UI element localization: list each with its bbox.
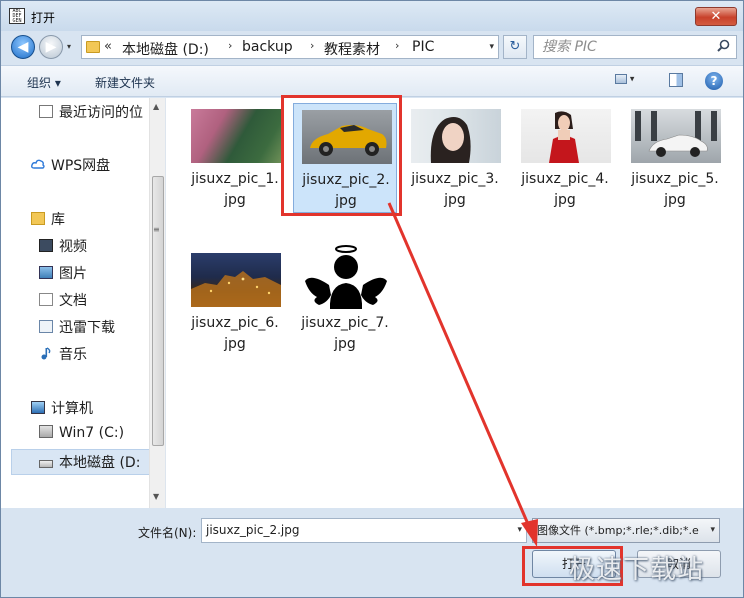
file-item-jisuxz-pic-3[interactable]: jisuxz_pic_3. jpg [403,103,507,213]
file-item-jisuxz-pic-4[interactable]: jisuxz_pic_4. jpg [513,103,617,213]
folder-icon [86,41,100,53]
pictures-icon [39,266,53,279]
breadcrumb-tutorial-material[interactable]: 教程素材 [324,39,380,59]
file-list: jisuxz_pic_1. jpg jisuxz_pic_2. jpg jisuxz… [167,98,743,508]
cloud-icon [31,158,45,171]
image-thumbnail [191,109,281,163]
filename-value[interactable]: jisuxz_pic_2.jpg [206,523,300,537]
sidebar-item-drive-c[interactable]: Win7 (C:) [39,425,124,447]
sidebar-item-pictures[interactable]: 图片 [39,263,87,285]
document-icon [39,293,53,306]
navigation-scrollbar[interactable]: ▲ ≡ ▼ [149,98,165,508]
video-icon [39,239,53,252]
breadcrumb-separator[interactable]: › [310,39,314,52]
sidebar-item-drive-d[interactable]: 本地磁盘 (D: [39,452,140,474]
computer-icon [31,401,45,414]
sidebar-item-label: 迅雷下载 [59,320,115,336]
file-name-label: jisuxz_pic_4. jpg [521,171,609,208]
help-button[interactable]: ? [705,72,723,90]
library-icon [31,212,45,225]
file-name-label: jisuxz_pic_7. jpg [301,315,389,352]
file-item-jisuxz-pic-1[interactable]: jisuxz_pic_1. jpg [183,103,287,213]
back-button[interactable]: ◀ [11,35,35,59]
title-bar[interactable]: ABC DEF GEN 打开 ✕ [1,1,743,31]
file-item-jisuxz-pic-5[interactable]: jisuxz_pic_5. jpg [623,103,727,213]
recent-locations-dropdown[interactable]: ▾ [67,42,77,52]
image-thumbnail [191,253,281,307]
file-type-select[interactable]: 图像文件 (*.bmp;*.rle;*.dib;*.e ▾ [532,518,720,543]
close-button[interactable]: ✕ [695,7,737,26]
sidebar-item-label: 最近访问的位 [59,105,143,121]
scroll-down-arrow[interactable]: ▼ [153,492,159,501]
file-name-label: jisuxz_pic_1. jpg [191,171,279,208]
view-icon [615,74,627,84]
address-row: ◀ ▶ ▾ « 本地磁盘 (D:) › backup › 教程素材 › PIC … [1,31,743,63]
download-icon [39,320,53,333]
app-icon: ABC DEF GEN [9,8,25,24]
scroll-up-arrow[interactable]: ▲ [153,102,159,111]
organize-button[interactable]: 组织 ▾ [27,74,61,91]
file-type-value: 图像文件 (*.bmp;*.rle;*.dib;*.e [537,524,699,537]
sidebar-item-label: 本地磁盘 (D: [59,455,141,471]
window-title: 打开 [31,11,56,25]
sidebar-item-thunder-downloads[interactable]: 迅雷下载 [39,317,115,339]
selected-file-highlight-annotation [281,95,402,216]
file-name-label: jisuxz_pic_6. jpg [191,315,279,352]
filename-label: 文件名(N): [138,526,197,540]
breadcrumb-drive-d[interactable]: 本地磁盘 (D:) [122,39,209,59]
breadcrumb-separator[interactable]: › [228,39,232,52]
music-icon [39,347,53,360]
file-name-label: jisuxz_pic_3. jpg [411,171,499,208]
sidebar-item-label: 库 [51,212,65,228]
filename-dropdown-arrow[interactable]: ▾ [517,519,522,542]
search-input[interactable] [542,38,712,56]
sidebar-item-label: WPS网盘 [51,158,111,174]
file-type-dropdown-arrow[interactable]: ▾ [710,519,715,542]
view-dropdown-arrow: ▾ [629,74,635,85]
change-view-button[interactable]: ▾ [615,74,645,90]
command-toolbar: 组织 ▾ 新建文件夹 ▾ ? [1,65,743,97]
drive-c-icon [39,425,53,438]
file-open-dialog: ABC DEF GEN 打开 ✕ ◀ ▶ ▾ « 本地磁盘 (D:) › bac… [0,0,744,598]
sidebar-item-library[interactable]: 库 [31,209,65,231]
filename-field[interactable]: jisuxz_pic_2.jpg ▾ [201,518,527,543]
file-item-jisuxz-pic-7[interactable]: jisuxz_pic_7. jpg [293,231,397,357]
image-thumbnail [411,109,501,163]
sidebar-item-label: 文档 [59,293,87,309]
file-item-jisuxz-pic-6[interactable]: jisuxz_pic_6. jpg [183,247,287,357]
sidebar-item-label: Win7 (C:) [59,425,125,441]
image-thumbnail [631,109,721,163]
navigation-pane: 最近访问的位 WPS网盘 库 视频 图片 文档 迅雷下载 音乐 计算机 Win7… [1,98,166,508]
file-name-label: jisuxz_pic_5. jpg [631,171,719,208]
sidebar-item-label: 音乐 [59,347,87,363]
sidebar-item-documents[interactable]: 文档 [39,290,87,312]
drive-d-icon [39,460,53,468]
search-box[interactable] [533,35,737,59]
site-watermark: 极速下载站 [569,555,705,585]
new-folder-button[interactable]: 新建文件夹 [95,74,155,91]
sidebar-item-recent-places[interactable]: 最近访问的位 [39,102,143,124]
sidebar-item-label: 计算机 [51,401,93,417]
refresh-button[interactable]: ↻ [503,35,527,59]
breadcrumb-pic[interactable]: PIC [412,39,434,55]
address-bar[interactable]: « 本地磁盘 (D:) › backup › 教程素材 › PIC ▾ [81,35,499,59]
sidebar-item-label: 视频 [59,239,87,255]
forward-button[interactable]: ▶ [39,35,63,59]
preview-pane-button[interactable] [669,73,683,87]
breadcrumb-backup[interactable]: backup [242,39,293,55]
sidebar-item-music[interactable]: 音乐 [39,344,87,366]
path-overflow-chevron[interactable]: « [104,39,112,54]
sidebar-item-videos[interactable]: 视频 [39,236,87,258]
sidebar-item-label: 图片 [59,266,87,282]
image-thumbnail [521,109,611,163]
breadcrumb-separator[interactable]: › [395,39,399,52]
scrollbar-thumb[interactable] [152,176,164,446]
sidebar-item-wps-cloud[interactable]: WPS网盘 [31,155,110,177]
image-thumbnail [301,231,391,317]
search-icon[interactable] [717,39,730,56]
sidebar-item-computer[interactable]: 计算机 [31,398,93,420]
scrollbar-grip-icon: ≡ [153,225,160,234]
recent-places-icon [39,105,53,118]
address-dropdown[interactable]: ▾ [489,42,494,52]
